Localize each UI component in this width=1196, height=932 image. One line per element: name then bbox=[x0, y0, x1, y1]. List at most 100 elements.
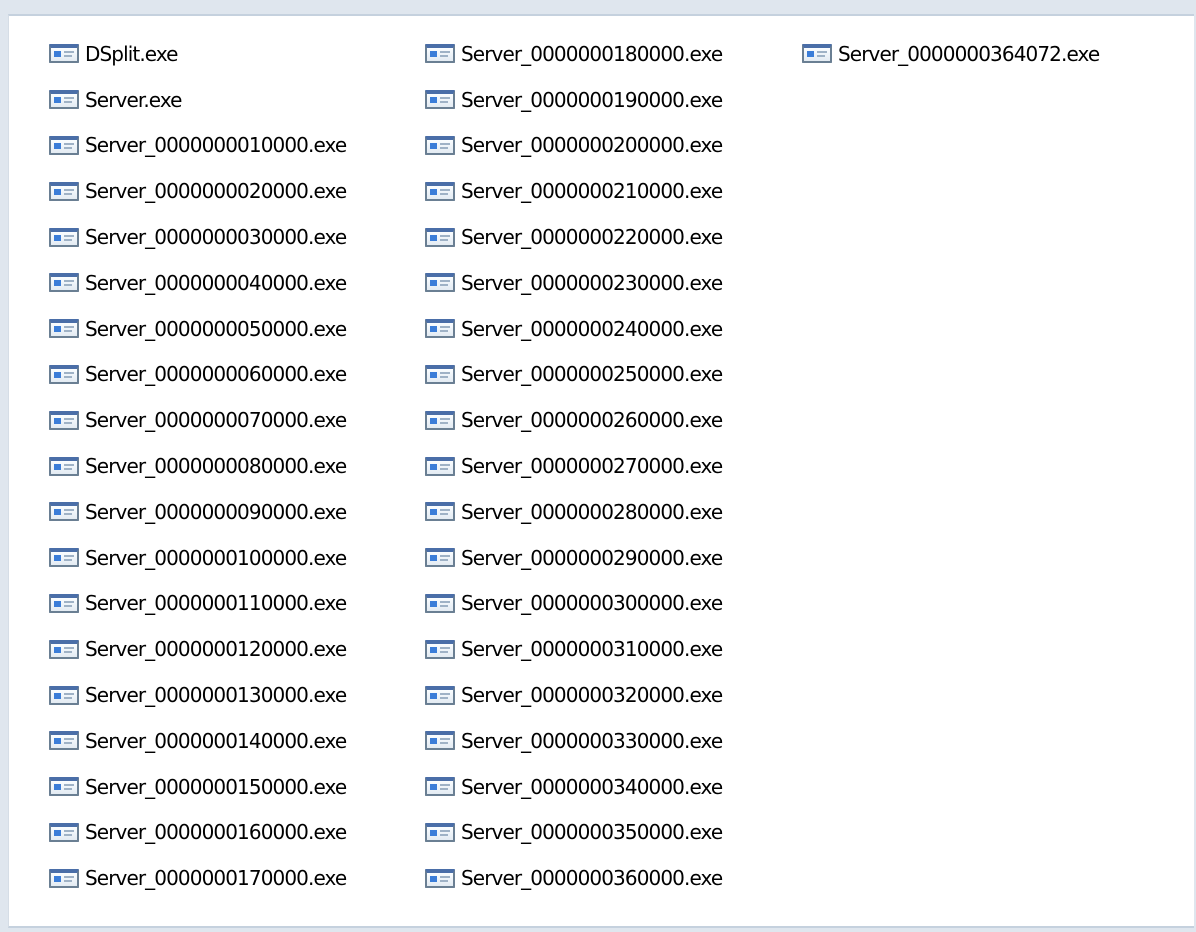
exe-application-icon bbox=[49, 181, 79, 201]
file-item[interactable]: Server_0000000030000.exe bbox=[49, 214, 347, 260]
file-item[interactable]: Server_0000000170000.exe bbox=[49, 855, 347, 901]
file-name-label: Server_0000000090000.exe bbox=[85, 499, 347, 524]
file-name-label: Server_0000000080000.exe bbox=[85, 454, 347, 479]
exe-application-icon bbox=[49, 273, 79, 293]
exe-application-icon bbox=[425, 410, 455, 430]
file-name-label: Server_0000000350000.exe bbox=[461, 820, 723, 845]
file-name-label: Server_0000000120000.exe bbox=[85, 637, 347, 662]
file-item[interactable]: Server_0000000240000.exe bbox=[425, 306, 723, 352]
file-name-label: Server_0000000260000.exe bbox=[461, 408, 723, 433]
exe-application-icon bbox=[425, 548, 455, 568]
file-name-label: Server_0000000010000.exe bbox=[85, 133, 347, 158]
file-item[interactable]: Server_0000000220000.exe bbox=[425, 214, 723, 260]
file-name-label: Server_0000000250000.exe bbox=[461, 362, 723, 387]
exe-application-icon bbox=[49, 777, 79, 797]
file-item[interactable]: Server_0000000180000.exe bbox=[425, 31, 723, 77]
exe-application-icon bbox=[425, 319, 455, 339]
exe-application-icon bbox=[425, 90, 455, 110]
exe-application-icon bbox=[425, 685, 455, 705]
file-name-label: Server_0000000230000.exe bbox=[461, 270, 723, 295]
file-item[interactable]: Server_0000000060000.exe bbox=[49, 352, 347, 398]
exe-application-icon bbox=[425, 135, 455, 155]
file-item[interactable]: Server_0000000090000.exe bbox=[49, 489, 347, 535]
file-item[interactable]: Server_0000000120000.exe bbox=[49, 626, 347, 672]
file-item[interactable]: Server_0000000140000.exe bbox=[49, 718, 347, 764]
file-column-3: Server_0000000364072.exe bbox=[802, 31, 1100, 77]
exe-application-icon bbox=[425, 639, 455, 659]
file-item[interactable]: Server_0000000040000.exe bbox=[49, 260, 347, 306]
exe-application-icon bbox=[425, 731, 455, 751]
file-item[interactable]: Server_0000000320000.exe bbox=[425, 672, 723, 718]
file-item[interactable]: Server_0000000200000.exe bbox=[425, 123, 723, 169]
file-item[interactable]: Server_0000000260000.exe bbox=[425, 397, 723, 443]
file-item[interactable]: Server_0000000130000.exe bbox=[49, 672, 347, 718]
file-name-label: Server_0000000364072.exe bbox=[838, 41, 1100, 66]
file-item[interactable]: Server_0000000360000.exe bbox=[425, 855, 723, 901]
file-item[interactable]: Server_0000000050000.exe bbox=[49, 306, 347, 352]
exe-application-icon bbox=[49, 227, 79, 247]
file-item[interactable]: Server_0000000160000.exe bbox=[49, 810, 347, 856]
file-name-label: Server_0000000290000.exe bbox=[461, 545, 723, 570]
file-name-label: Server_0000000060000.exe bbox=[85, 362, 347, 387]
exe-application-icon bbox=[425, 181, 455, 201]
file-item[interactable]: Server_0000000080000.exe bbox=[49, 443, 347, 489]
file-name-label: Server_0000000320000.exe bbox=[461, 683, 723, 708]
file-item[interactable]: Server_0000000100000.exe bbox=[49, 535, 347, 581]
file-item[interactable]: Server_0000000290000.exe bbox=[425, 535, 723, 581]
file-item[interactable]: Server_0000000280000.exe bbox=[425, 489, 723, 535]
file-item[interactable]: Server_0000000150000.exe bbox=[49, 764, 347, 810]
exe-application-icon bbox=[49, 868, 79, 888]
exe-application-icon bbox=[49, 364, 79, 384]
exe-application-icon bbox=[49, 410, 79, 430]
file-item[interactable]: Server_0000000310000.exe bbox=[425, 626, 723, 672]
file-item[interactable]: Server_0000000250000.exe bbox=[425, 352, 723, 398]
exe-application-icon bbox=[425, 456, 455, 476]
file-item[interactable]: Server_0000000020000.exe bbox=[49, 168, 347, 214]
file-item[interactable]: Server_0000000300000.exe bbox=[425, 581, 723, 627]
file-item[interactable]: Server_0000000210000.exe bbox=[425, 168, 723, 214]
file-name-label: Server_0000000130000.exe bbox=[85, 683, 347, 708]
exe-application-icon bbox=[49, 456, 79, 476]
exe-application-icon bbox=[425, 777, 455, 797]
file-name-label: Server_0000000190000.exe bbox=[461, 87, 723, 112]
exe-application-icon bbox=[425, 364, 455, 384]
file-name-label: Server_0000000030000.exe bbox=[85, 225, 347, 250]
file-name-label: Server_0000000110000.exe bbox=[85, 591, 347, 616]
file-item[interactable]: Server_0000000364072.exe bbox=[802, 31, 1100, 77]
file-item[interactable]: Server_0000000110000.exe bbox=[49, 581, 347, 627]
file-name-label: Server_0000000240000.exe bbox=[461, 316, 723, 341]
file-name-label: Server_0000000140000.exe bbox=[85, 728, 347, 753]
exe-application-icon bbox=[49, 593, 79, 613]
file-name-label: Server_0000000310000.exe bbox=[461, 637, 723, 662]
file-name-label: Server_0000000300000.exe bbox=[461, 591, 723, 616]
exe-application-icon bbox=[49, 685, 79, 705]
file-item[interactable]: Server_0000000070000.exe bbox=[49, 397, 347, 443]
file-name-label: Server_0000000070000.exe bbox=[85, 408, 347, 433]
file-item[interactable]: Server_0000000190000.exe bbox=[425, 77, 723, 123]
file-name-label: Server_0000000040000.exe bbox=[85, 270, 347, 295]
file-item[interactable]: Server_0000000350000.exe bbox=[425, 810, 723, 856]
exe-application-icon bbox=[49, 639, 79, 659]
exe-application-icon bbox=[49, 822, 79, 842]
file-name-label: Server.exe bbox=[85, 87, 182, 112]
file-item[interactable]: DSplit.exe bbox=[49, 31, 347, 77]
file-name-label: Server_0000000210000.exe bbox=[461, 179, 723, 204]
file-item[interactable]: Server_0000000330000.exe bbox=[425, 718, 723, 764]
exe-application-icon bbox=[49, 319, 79, 339]
file-list-pane[interactable]: DSplit.exe Server.exe Server_0000000010000… bbox=[8, 14, 1194, 928]
file-item[interactable]: Server_0000000340000.exe bbox=[425, 764, 723, 810]
exe-application-icon bbox=[49, 731, 79, 751]
file-name-label: Server_0000000160000.exe bbox=[85, 820, 347, 845]
file-name-label: Server_0000000020000.exe bbox=[85, 179, 347, 204]
file-item[interactable]: Server_0000000230000.exe bbox=[425, 260, 723, 306]
file-name-label: Server_0000000280000.exe bbox=[461, 499, 723, 524]
file-name-label: Server_0000000050000.exe bbox=[85, 316, 347, 341]
file-item[interactable]: Server_0000000010000.exe bbox=[49, 123, 347, 169]
file-column-2: Server_0000000180000.exe Server_000000019… bbox=[425, 31, 723, 901]
file-item[interactable]: Server.exe bbox=[49, 77, 347, 123]
exe-application-icon bbox=[425, 822, 455, 842]
exe-application-icon bbox=[49, 548, 79, 568]
file-name-label: DSplit.exe bbox=[85, 41, 178, 66]
file-item[interactable]: Server_0000000270000.exe bbox=[425, 443, 723, 489]
explorer-viewport: DSplit.exe Server.exe Server_0000000010000… bbox=[0, 0, 1196, 932]
